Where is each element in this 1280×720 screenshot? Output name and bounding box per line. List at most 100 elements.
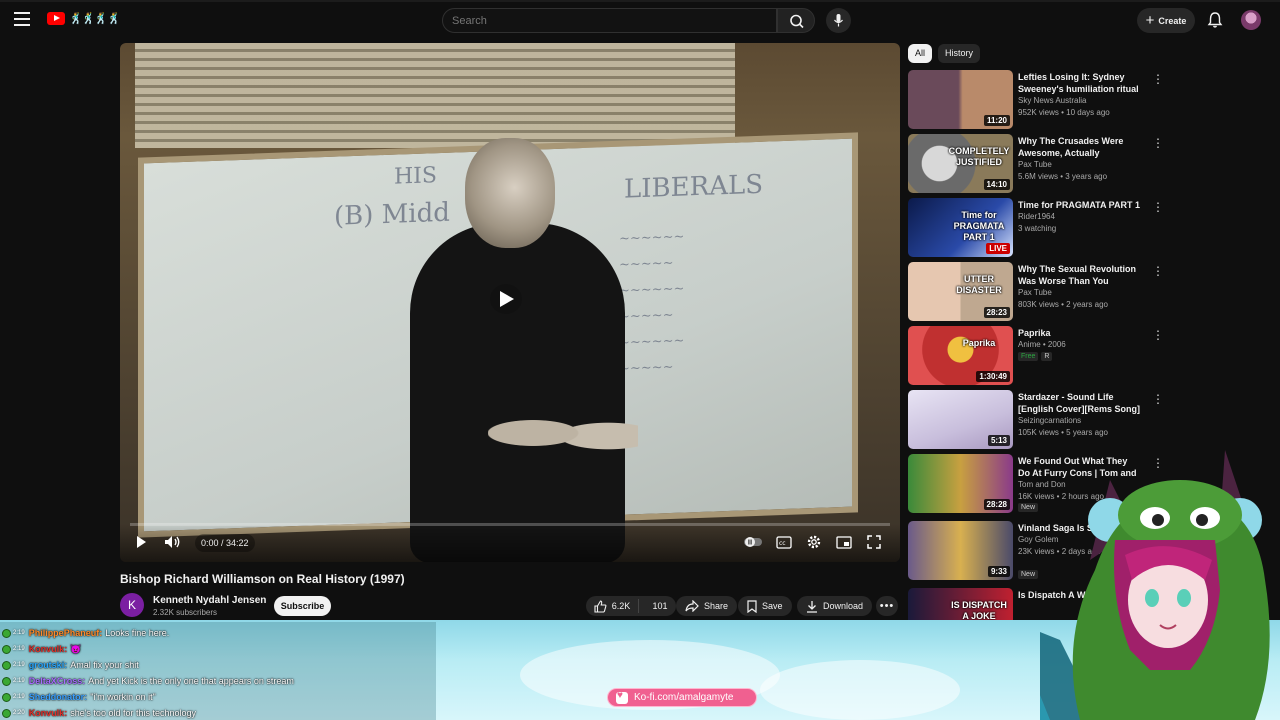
chat-time: 2:20 (13, 710, 25, 716)
video-thumbnail[interactable]: 9:33 (908, 521, 1013, 580)
kick-icon (2, 708, 11, 718)
download-button[interactable]: Download (797, 596, 873, 616)
rating-badge: R (1041, 352, 1053, 361)
youtube-logo[interactable]: 🕺🕺🕺🕺 (47, 12, 121, 25)
board-scribbles: ~~~~~~ ~~~~~ ~~~~~~ ~~~~~ ~~~~~~ ~~~~~ (619, 229, 685, 377)
channel-name[interactable]: Kenneth Nydahl Jensen (153, 595, 266, 606)
recommendation-channel[interactable]: Rider1964 (1018, 212, 1055, 221)
dislike-button[interactable]: 101 (644, 601, 676, 611)
kick-icon (2, 644, 11, 654)
search-box[interactable] (442, 8, 777, 33)
fullscreen-icon (867, 535, 881, 549)
recommendation-channel[interactable]: Pax Tube (1018, 160, 1052, 169)
thumbnail-caption: Paprika (962, 338, 996, 348)
notifications-icon[interactable] (1206, 11, 1224, 29)
plus-icon: + (1145, 12, 1155, 29)
chat-message: 2:19 groutski: Amal fix your shit (2, 658, 139, 672)
more-actions-button[interactable]: ••• (876, 596, 898, 616)
vtuber-avatar (1040, 450, 1270, 720)
menu-icon[interactable] (14, 12, 30, 26)
volume-button[interactable] (162, 532, 184, 552)
more-vertical-icon[interactable]: ⋮ (1152, 136, 1164, 150)
more-vertical-icon[interactable]: ⋮ (1152, 72, 1164, 86)
recommendation-item[interactable]: COMPLETELY JUSTIFIED 14:10 Why The Crusade… (908, 134, 1168, 194)
video-player[interactable]: LIBERALS HIS (B) Midd ~~~~~~ ~~~~~ ~~~~~~ ~… (120, 43, 900, 562)
recommendation-item[interactable]: 11:20 Lefties Losing It: Sydney Sweeney's… (908, 70, 1168, 130)
autoplay-toggle[interactable] (744, 532, 764, 552)
recommendation-channel[interactable]: Anime • 2006 (1018, 340, 1066, 349)
new-badge: New (1018, 570, 1039, 579)
download-icon (807, 600, 817, 613)
youtube-play-icon (47, 12, 65, 25)
recommendation-title[interactable]: Paprika (1018, 327, 1140, 339)
video-thumbnail[interactable]: 28:28 (908, 454, 1013, 513)
share-label: Share (704, 601, 729, 611)
recommendation-title[interactable]: Lefties Losing It: Sydney Sweeney's humi… (1018, 71, 1140, 95)
board-heading: LIBERALS (624, 169, 764, 205)
chat-time: 2:19 (13, 662, 25, 668)
share-button[interactable]: Share (676, 596, 738, 616)
like-button[interactable]: 6.2K (586, 599, 639, 613)
subscribe-button[interactable]: Subscribe (274, 596, 331, 616)
search-button[interactable] (777, 8, 815, 33)
new-badge: New (1018, 503, 1039, 512)
video-title: Bishop Richard Williamson on Real Histor… (120, 572, 405, 586)
recommendation-channel[interactable]: Seizingcarnations (1018, 416, 1081, 425)
recommendation-title[interactable]: Stardazer - Sound Life [English Cover][R… (1018, 391, 1140, 415)
chat-text: "i'm workin on it" (90, 692, 156, 702)
video-thumbnail[interactable]: UTTER DISASTER 28:23 (908, 262, 1013, 321)
top-bar: 🕺🕺🕺🕺 + Create (0, 0, 1280, 36)
thumbnail-caption: UTTER DISASTER (956, 274, 1002, 295)
video-thumbnail[interactable]: Time for PRAGMATA PART 1 LIVE (908, 198, 1013, 257)
share-icon (685, 600, 699, 612)
play-button[interactable] (132, 532, 150, 552)
search-input[interactable] (443, 9, 776, 32)
duration-badge: 14:10 (983, 179, 1010, 190)
chat-message: 2:19 DeltaXCross: And yet Kick is the only… (2, 674, 294, 688)
chat-username: Konvulk: (28, 708, 68, 718)
voice-search-button[interactable] (826, 8, 851, 33)
miniplayer-icon (836, 535, 852, 549)
fullscreen-button[interactable] (864, 532, 884, 552)
recommendation-title[interactable]: Time for PRAGMATA PART 1 (1018, 199, 1140, 211)
recommendation-item[interactable]: UTTER DISASTER 28:23 Why The Sexual Revolu… (908, 262, 1168, 322)
account-avatar[interactable] (1241, 10, 1261, 30)
recommendation-title[interactable]: Why The Crusades Were Awesome, Actually (1018, 135, 1140, 159)
video-thumbnail[interactable]: Paprika 1:30:49 (908, 326, 1013, 385)
badge-group: Free R (1018, 352, 1053, 361)
duration-badge: 11:20 (983, 115, 1010, 126)
more-vertical-icon[interactable]: ⋮ (1152, 200, 1164, 214)
settings-button[interactable] (804, 532, 824, 552)
video-thumbnail[interactable]: COMPLETELY JUSTIFIED 14:10 (908, 134, 1013, 193)
recommendation-item[interactable]: Time for PRAGMATA PART 1 LIVE Time for PRA… (908, 198, 1168, 258)
recommendation-title[interactable]: Why The Sexual Revolution Was Worse Than… (1018, 263, 1140, 287)
captions-icon: cc (776, 535, 792, 549)
miniplayer-button[interactable] (834, 532, 854, 552)
thumbnail-caption: IS DISPATCH A JOKE (951, 600, 1007, 621)
kofi-label: Ko-fi.com/amalgamyte (634, 692, 734, 703)
chat-message: 2:19 PhilippePhaneuf: Looks fine here. (2, 626, 169, 640)
chat-text: Amal fix your shit (70, 660, 139, 670)
more-vertical-icon[interactable]: ⋮ (1152, 264, 1164, 278)
recommendation-item[interactable]: Paprika 1:30:49 Paprika Anime • 2006 Free R ⋮ (908, 326, 1168, 386)
more-vertical-icon[interactable]: ⋮ (1152, 328, 1164, 342)
create-button[interactable]: + Create (1137, 8, 1195, 33)
chat-username: DeltaXCross: (28, 676, 86, 686)
chat-message: 2:19 Konvulk: 😈 (2, 642, 81, 656)
kofi-banner: Ko-fi.com/amalgamyte (607, 688, 757, 707)
more-vertical-icon[interactable]: ⋮ (1152, 392, 1164, 406)
video-thumbnail[interactable]: 5:13 (908, 390, 1013, 449)
channel-avatar[interactable]: K (120, 593, 144, 617)
board-left-1: HIS (394, 163, 437, 190)
chip-all[interactable]: All (908, 44, 933, 63)
save-button[interactable]: Save (738, 596, 792, 616)
chat-time: 2:19 (13, 630, 25, 636)
video-thumbnail[interactable]: 11:20 (908, 70, 1013, 129)
recommendation-channel[interactable]: Sky News Australia (1018, 96, 1086, 105)
recommendation-channel[interactable]: Pax Tube (1018, 288, 1052, 297)
kick-icon (2, 660, 11, 670)
captions-button[interactable]: cc (774, 532, 794, 552)
cloud-shape (760, 660, 960, 720)
chip-history[interactable]: History (938, 44, 981, 63)
free-badge: Free (1018, 352, 1039, 361)
